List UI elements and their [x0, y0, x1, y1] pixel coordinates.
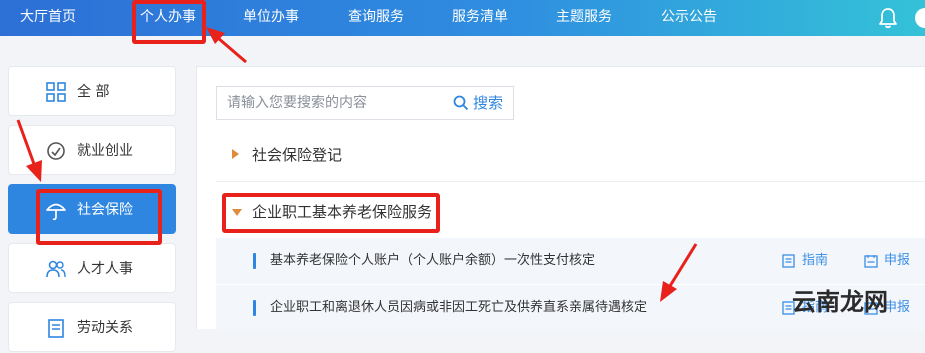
- guide-icon: [782, 254, 795, 268]
- nav-query-services[interactable]: 查询服务: [348, 0, 404, 36]
- apply-icon: [864, 255, 878, 268]
- search-box: 搜索: [216, 86, 514, 120]
- watermark: 云南龙网: [792, 283, 925, 321]
- sidebar-item-employment[interactable]: 就业创业: [8, 125, 176, 175]
- service-marker: [253, 300, 256, 316]
- category-label: 社会保险登记: [252, 146, 343, 164]
- sidebar-item-label: 就业创业: [77, 143, 133, 159]
- sidebar-item-label: 全 部: [77, 84, 110, 100]
- people-icon: [46, 260, 66, 278]
- caret-down-icon: [232, 209, 242, 216]
- avatar-icon[interactable]: [915, 8, 925, 28]
- caret-right-icon: [232, 149, 239, 159]
- category-social-insurance-registration[interactable]: 社会保险登记: [216, 133, 925, 177]
- guide-label: 指南: [802, 253, 829, 268]
- service-row[interactable]: 基本养老保险个人账户（个人账户余额）一次性支付核定 指南 申报: [216, 238, 925, 284]
- nav-unit-affairs[interactable]: 单位办事: [243, 0, 299, 36]
- service-marker: [253, 253, 256, 269]
- service-title[interactable]: 基本养老保险个人账户（个人账户余额）一次性支付核定: [270, 238, 595, 284]
- service-title[interactable]: 企业职工和离退休人员因病或非因工死亡及供养直系亲属待遇核定: [270, 285, 647, 331]
- search-button[interactable]: 搜索: [453, 87, 513, 119]
- nav-announcements[interactable]: 公示公告: [661, 0, 717, 36]
- apply-label: 申报: [884, 253, 911, 268]
- nav-hall-home[interactable]: 大厅首页: [20, 0, 76, 36]
- nav-personal-affairs[interactable]: 个人办事: [140, 0, 196, 36]
- sidebar-item-all[interactable]: 全 部: [8, 66, 176, 116]
- medal-icon: [47, 142, 65, 160]
- sidebar-item-labor-relations[interactable]: 劳动关系: [8, 302, 176, 352]
- category-pension-insurance-services[interactable]: 企业职工基本养老保险服务: [216, 190, 925, 234]
- watermark-text: 云南龙网: [792, 288, 888, 316]
- search-input[interactable]: [217, 87, 445, 119]
- grid-icon: [46, 82, 66, 102]
- sidebar-item-label: 劳动关系: [77, 320, 133, 336]
- apply-button[interactable]: 申报: [864, 238, 924, 284]
- sidebar-item-label: 人才人事: [77, 261, 133, 277]
- nav-theme-services[interactable]: 主题服务: [556, 0, 612, 36]
- sidebar-item-social-insurance[interactable]: 社会保险: [8, 184, 176, 234]
- nav-service-list[interactable]: 服务清单: [452, 0, 508, 36]
- search-icon: [453, 95, 469, 111]
- divider: [216, 181, 925, 182]
- document-icon: [48, 319, 64, 338]
- sidebar-item-talent-hr[interactable]: 人才人事: [8, 243, 176, 293]
- bell-icon[interactable]: [878, 7, 898, 29]
- sidebar-item-label: 社会保险: [77, 202, 133, 218]
- guide-button[interactable]: 指南: [782, 238, 842, 284]
- category-label: 企业职工基本养老保险服务: [252, 203, 433, 221]
- umbrella-icon: [46, 203, 66, 221]
- top-nav-bar: 大厅首页 个人办事 单位办事 查询服务 服务清单 主题服务 公示公告: [0, 0, 925, 36]
- search-button-label: 搜索: [473, 94, 504, 112]
